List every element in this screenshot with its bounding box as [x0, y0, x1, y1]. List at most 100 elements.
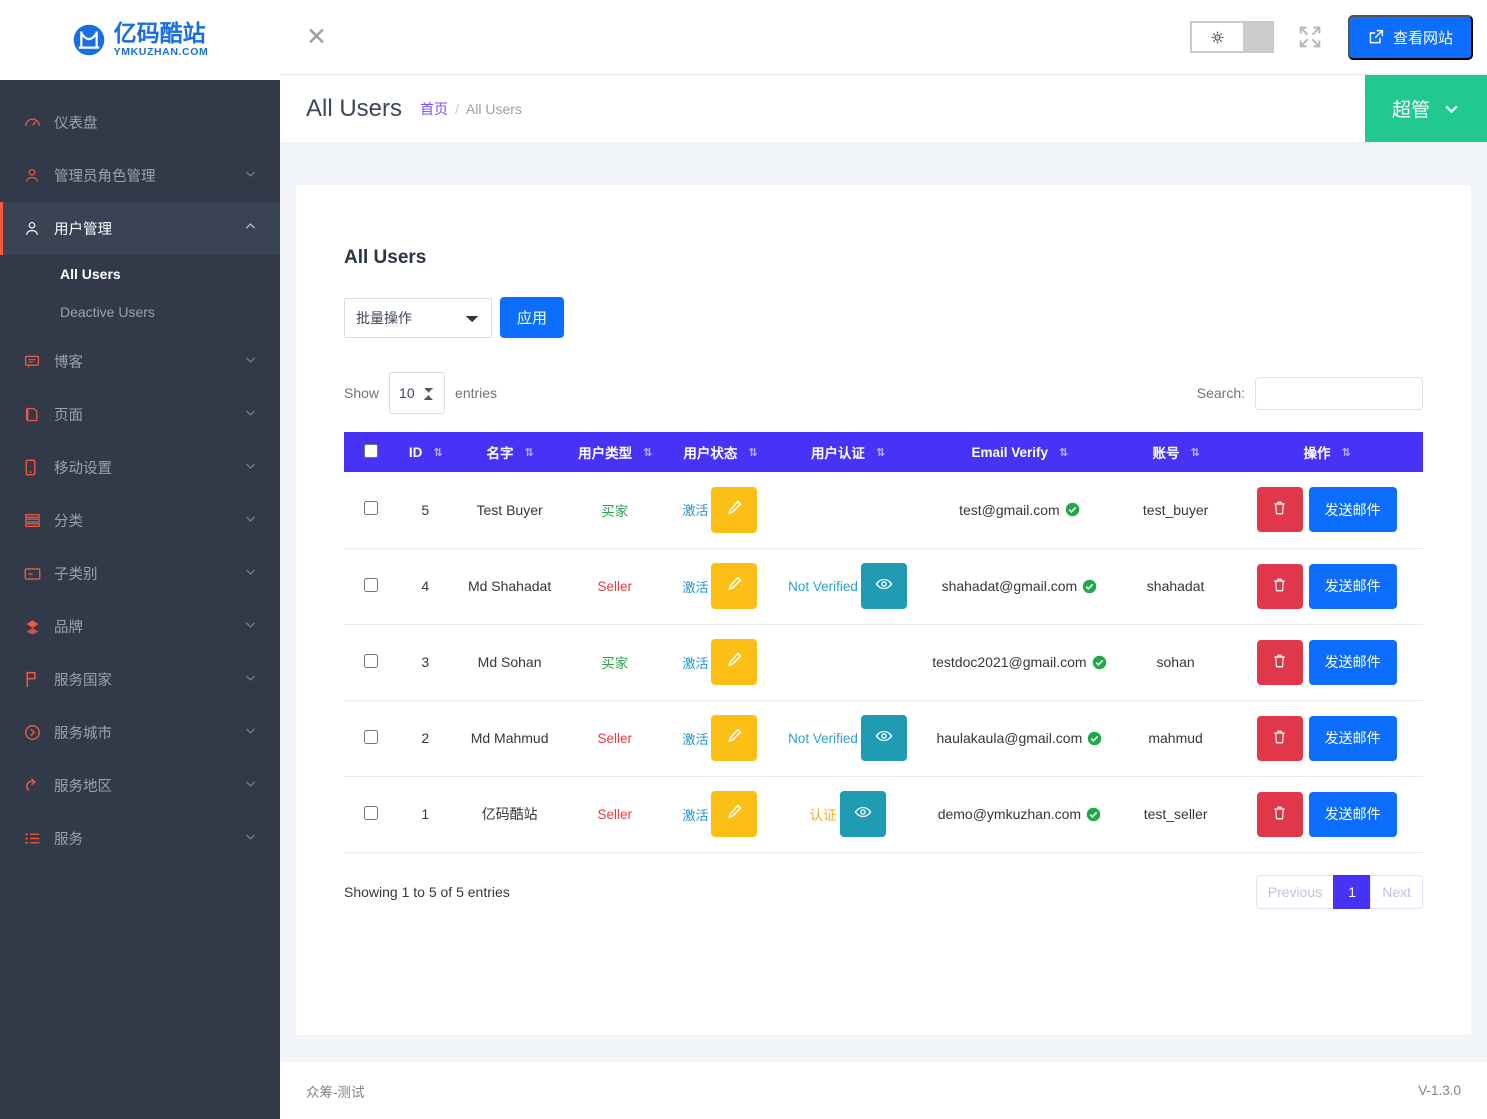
th-label: 用户认证	[810, 446, 865, 461]
cell-account: mahmud	[1120, 700, 1231, 777]
cell-user-status: 激活	[662, 700, 778, 777]
sidebar-submenu-user-management: All Users Deactive Users	[0, 255, 280, 335]
sidebar-item-pages[interactable]: 页面	[0, 388, 280, 441]
row-select-checkbox[interactable]	[364, 501, 379, 516]
th-name[interactable]: 名字 ⇅	[452, 432, 567, 472]
pagination-next[interactable]: Next	[1370, 874, 1423, 909]
sidebar-item-admin-roles[interactable]: 管理员角色管理	[0, 149, 280, 202]
bulk-action-select[interactable]: 批量操作	[344, 297, 492, 338]
cell-actions: 发送邮件	[1230, 548, 1423, 625]
edit-status-button[interactable]	[711, 486, 758, 533]
trash-icon	[1272, 500, 1287, 519]
sort-updown-icon: ⇅	[1190, 446, 1199, 459]
cell-account: test_seller	[1120, 776, 1231, 853]
sidebar-item-user-management[interactable]: 用户管理	[0, 202, 280, 255]
user-auth-label: 认证	[809, 808, 837, 823]
send-mail-button[interactable]: 发送邮件	[1308, 487, 1397, 533]
fullscreen-expand-icon[interactable]	[1296, 23, 1324, 51]
sidebar-item-services[interactable]: 服务	[0, 812, 280, 865]
th-user-status[interactable]: 用户状态 ⇅	[662, 432, 778, 472]
row-select-checkbox[interactable]	[364, 729, 379, 744]
sidebar-item-label: 服务城市	[54, 726, 112, 742]
chevron-up-icon	[244, 220, 258, 237]
user-auth-toggle-button[interactable]	[839, 791, 886, 837]
breadcrumb-current: All Users	[465, 100, 522, 117]
user-account-menu[interactable]: 超管	[1365, 75, 1487, 142]
sidebar-item-brands[interactable]: 品牌	[0, 600, 280, 653]
sidebar-subitem-all-users[interactable]: All Users	[0, 255, 280, 293]
view-site-button[interactable]: 查看网站	[1347, 14, 1473, 60]
chevron-down-icon	[244, 512, 258, 529]
cell-actions: 发送邮件	[1230, 700, 1423, 777]
cell-id: 3	[398, 624, 453, 701]
delete-user-button[interactable]	[1256, 715, 1303, 761]
send-mail-button[interactable]: 发送邮件	[1308, 791, 1397, 837]
cell-select	[344, 700, 399, 777]
user-account-label: 超管	[1391, 100, 1430, 121]
delete-user-button[interactable]	[1256, 563, 1303, 609]
sidebar-item-label: 服务	[54, 832, 83, 848]
sidebar-item-service-region[interactable]: 服务地区	[0, 759, 280, 812]
cell-actions: 发送邮件	[1230, 776, 1423, 853]
user-status-label: 激活	[682, 655, 709, 671]
th-email-verify[interactable]: Email Verify ⇅	[917, 432, 1121, 472]
sort-updown-icon: ⇅	[875, 446, 885, 459]
sidebar-item-subcategories[interactable]: 子类别	[0, 547, 280, 600]
brand-logo-block[interactable]: 亿码酷站 YMKUZHAN.COM	[0, 0, 280, 80]
select-all-checkbox[interactable]	[364, 443, 379, 458]
edit-status-button[interactable]	[711, 639, 758, 685]
sort-updown-icon: ⇅	[643, 446, 652, 459]
page-header-bar: All Users 首页 / All Users 超管	[280, 75, 1487, 143]
th-id[interactable]: ID ⇅	[398, 432, 453, 472]
sidebar-item-dashboard[interactable]: 仪表盘	[0, 96, 280, 149]
breadcrumb-home-link[interactable]: 首页	[420, 99, 448, 119]
user-auth-toggle-button[interactable]	[860, 563, 907, 609]
th-actions[interactable]: 操作 ⇅	[1230, 432, 1423, 472]
page-title: All Users	[306, 94, 403, 122]
apply-button[interactable]: 应用	[500, 297, 565, 338]
entries-per-page-select[interactable]: 10	[389, 372, 446, 414]
pagination-page-1[interactable]: 1	[1333, 874, 1372, 909]
external-link-icon	[1369, 29, 1384, 44]
theme-toggle-switch[interactable]	[1189, 21, 1274, 53]
user-auth-label: Not Verified	[788, 578, 858, 594]
sidebar-toggle-close-icon[interactable]: ✕	[306, 24, 327, 50]
row-select-checkbox[interactable]	[364, 805, 379, 820]
cell-user-type: 买家	[566, 624, 663, 701]
cell-actions: 发送邮件	[1230, 624, 1423, 701]
pagination-previous[interactable]: Previous	[1255, 874, 1335, 909]
sidebar-item-categories[interactable]: 分类	[0, 494, 280, 547]
user-shield-icon	[24, 167, 54, 184]
edit-status-button[interactable]	[711, 563, 758, 609]
row-select-checkbox[interactable]	[364, 653, 379, 668]
search-input[interactable]	[1255, 376, 1423, 410]
sidebar-item-service-country[interactable]: 服务国家	[0, 653, 280, 706]
th-user-type[interactable]: 用户类型 ⇅	[566, 432, 663, 472]
user-auth-toggle-button[interactable]	[860, 715, 907, 761]
compass-icon	[24, 724, 54, 741]
cell-user-auth: Not Verified	[777, 700, 918, 777]
delete-user-button[interactable]	[1256, 487, 1303, 533]
row-select-checkbox[interactable]	[364, 577, 379, 592]
edit-status-button[interactable]	[711, 791, 758, 837]
edit-status-button[interactable]	[711, 715, 758, 761]
sidebar-item-label: 子类别	[54, 567, 98, 583]
th-user-auth[interactable]: 用户认证 ⇅	[777, 432, 918, 472]
send-mail-button[interactable]: 发送邮件	[1308, 715, 1397, 761]
sidebar-subitem-label: Deactive Users	[60, 304, 155, 320]
sidebar-subitem-deactive-users[interactable]: Deactive Users	[0, 293, 280, 331]
send-mail-button[interactable]: 发送邮件	[1308, 563, 1397, 609]
cell-email-verify: test@gmail.com	[917, 472, 1121, 549]
delete-user-button[interactable]	[1256, 791, 1303, 837]
th-account[interactable]: 账号 ⇅	[1120, 432, 1231, 472]
search-label: Search:	[1196, 385, 1245, 401]
view-site-label: 查看网站	[1392, 29, 1453, 47]
cell-id: 5	[398, 472, 453, 549]
cell-user-auth: 认证	[777, 776, 918, 853]
send-mail-button[interactable]: 发送邮件	[1308, 639, 1397, 685]
sidebar-item-blog[interactable]: 博客	[0, 335, 280, 388]
sidebar-item-mobile-settings[interactable]: 移动设置	[0, 441, 280, 494]
cell-user-status: 激活	[662, 472, 778, 549]
sidebar-item-service-city[interactable]: 服务城市	[0, 706, 280, 759]
delete-user-button[interactable]	[1256, 639, 1303, 685]
